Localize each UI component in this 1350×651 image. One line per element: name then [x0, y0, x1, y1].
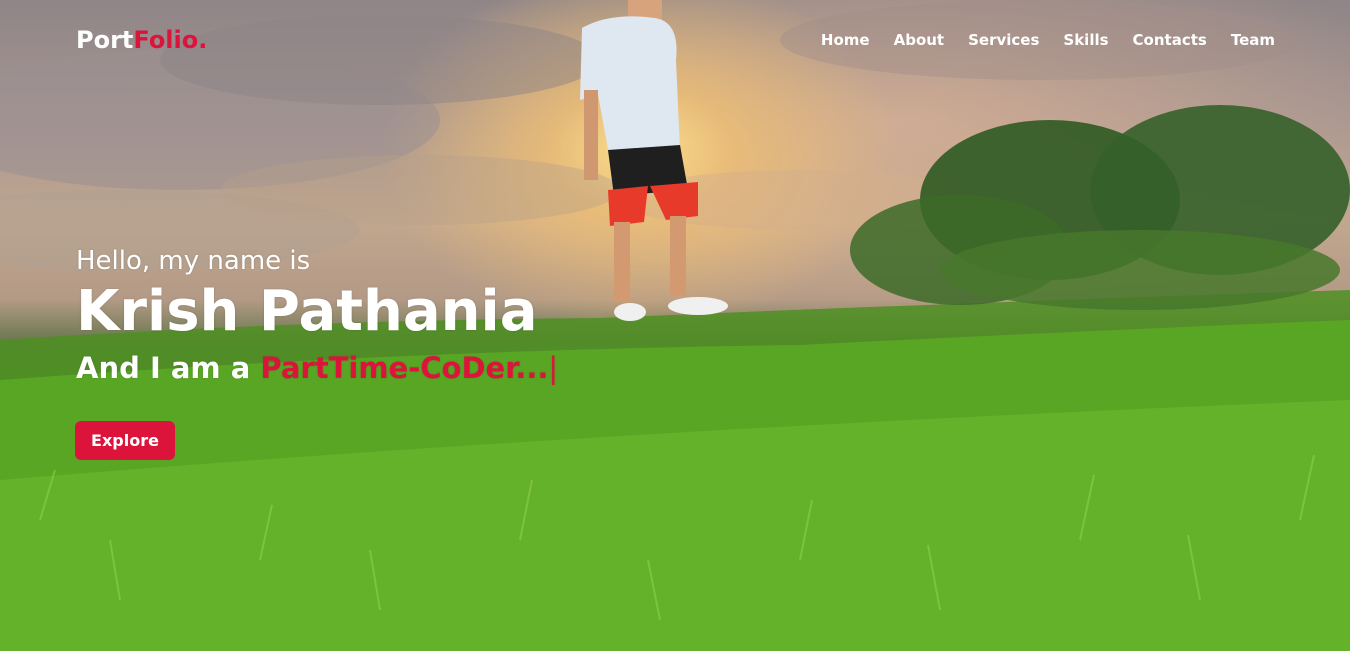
nav-item-services[interactable]: Services — [968, 31, 1039, 49]
nav-item-team[interactable]: Team — [1231, 31, 1275, 49]
nav-item-contacts[interactable]: Contacts — [1133, 31, 1207, 49]
nav-item-about[interactable]: About — [894, 31, 945, 49]
home-section: PortFolio. Home About Services Skills Co… — [0, 0, 1350, 651]
logo-main-text: Port — [76, 26, 134, 54]
nav-item-skills[interactable]: Skills — [1063, 31, 1108, 49]
hero-role-typed: PartTime-CoDer... — [260, 351, 549, 385]
hero-role-prefix: And I am a — [76, 351, 261, 385]
hero-role: And I am a PartTime-CoDer...| — [76, 349, 558, 387]
logo[interactable]: PortFolio. — [76, 26, 207, 54]
logo-accent-text: Folio. — [133, 26, 208, 54]
hero-greeting: Hello, my name is — [76, 246, 311, 276]
explore-button[interactable]: Explore — [75, 421, 175, 460]
typing-cursor: | — [548, 351, 559, 385]
nav-item-home[interactable]: Home — [821, 31, 870, 49]
bushes-image — [850, 105, 1350, 310]
hero-name: Krish Pathania — [76, 279, 538, 344]
navbar: PortFolio. Home About Services Skills Co… — [0, 0, 1350, 84]
nav-menu: Home About Services Skills Contacts Team — [797, 31, 1275, 49]
hero-content: Hello, my name is Krish Pathania And I a… — [76, 243, 558, 387]
